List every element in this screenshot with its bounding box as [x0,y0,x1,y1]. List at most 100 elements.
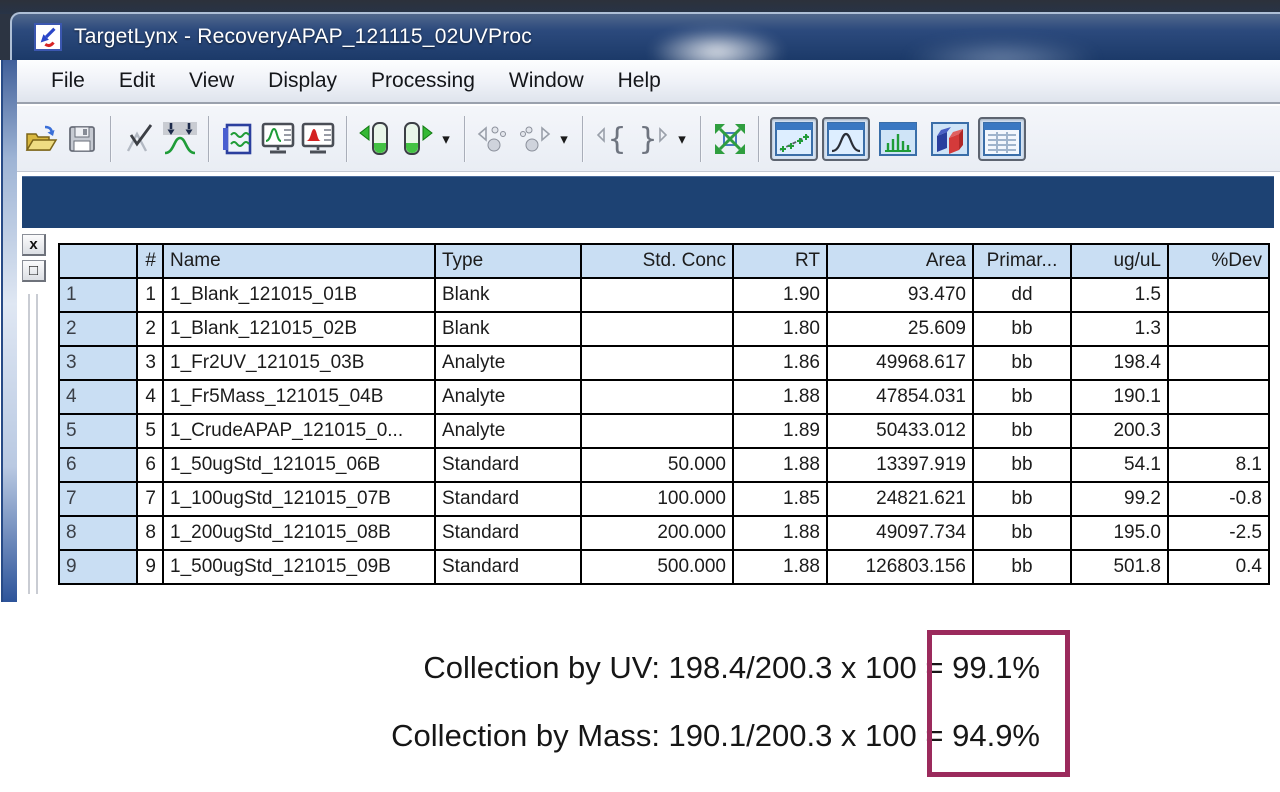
cell[interactable]: 126803.156 [827,550,973,584]
table-row[interactable]: 771_100ugStd_121015_07BStandard100.0001.… [59,482,1269,516]
cell[interactable]: 1.88 [733,448,827,482]
cell[interactable]: 1_100ugStd_121015_07B [163,482,435,516]
cell[interactable] [1168,312,1269,346]
cell[interactable]: 3 [137,346,163,380]
next-compound-button[interactable] [514,117,554,161]
cell[interactable]: 50433.012 [827,414,973,448]
cell[interactable]: Standard [435,550,581,584]
cell[interactable] [1168,414,1269,448]
cell[interactable]: bb [973,448,1071,482]
cell[interactable]: 1.80 [733,312,827,346]
calibration-view-button[interactable] [770,117,818,161]
table-row[interactable]: 441_Fr5Mass_121015_04BAnalyte1.8847854.0… [59,380,1269,414]
cell[interactable]: 1_Blank_121015_01B [163,278,435,312]
table-row[interactable]: 331_Fr2UV_121015_03BAnalyte1.8649968.617… [59,346,1269,380]
cell[interactable] [581,414,733,448]
cell[interactable]: 1.88 [733,380,827,414]
menu-item-view[interactable]: View [172,64,251,98]
cell[interactable]: 198.4 [1071,346,1168,380]
cell[interactable]: 47854.031 [827,380,973,414]
cell[interactable]: 25.609 [827,312,973,346]
grid-view-button[interactable] [978,117,1026,161]
cell[interactable]: 93.470 [827,278,973,312]
row-header-cell[interactable]: 2 [59,312,137,346]
row-header-cell[interactable]: 5 [59,414,137,448]
table-row[interactable]: 881_200ugStd_121015_08BStandard200.0001.… [59,516,1269,550]
cell[interactable] [581,380,733,414]
cell[interactable]: 200.3 [1071,414,1168,448]
cell[interactable]: 1.88 [733,550,827,584]
cell[interactable]: 8.1 [1168,448,1269,482]
cell[interactable]: 1_Blank_121015_02B [163,312,435,346]
verify-peaks-button[interactable] [120,117,160,161]
cell[interactable]: 1 [137,278,163,312]
cell[interactable]: -2.5 [1168,516,1269,550]
column-header[interactable]: RT [733,244,827,278]
menu-item-edit[interactable]: Edit [102,64,172,98]
cell[interactable]: bb [973,482,1071,516]
menu-item-window[interactable]: Window [492,64,601,98]
column-header[interactable]: Area [827,244,973,278]
cell[interactable] [581,278,733,312]
row-header-cell[interactable]: 1 [59,278,137,312]
menu-item-help[interactable]: Help [601,64,678,98]
cell[interactable]: 1.90 [733,278,827,312]
menu-item-file[interactable]: File [34,64,102,98]
menu-item-processing[interactable]: Processing [354,64,492,98]
cell[interactable]: 501.8 [1071,550,1168,584]
cell[interactable]: Analyte [435,414,581,448]
3d-results-view-button[interactable] [926,117,974,161]
cell[interactable] [1168,380,1269,414]
column-header[interactable]: Type [435,244,581,278]
cell[interactable]: 13397.919 [827,448,973,482]
cell[interactable]: 49968.617 [827,346,973,380]
previous-compound-button[interactable] [474,117,514,161]
column-header[interactable]: Primar... [973,244,1071,278]
integrate-peaks-button[interactable] [160,117,200,161]
cell[interactable]: 1.88 [733,516,827,550]
previous-group-button[interactable]: { [592,117,632,161]
column-header[interactable]: Std. Conc [581,244,733,278]
cell[interactable]: 50.000 [581,448,733,482]
column-header[interactable] [59,244,137,278]
cell[interactable]: 1.3 [1071,312,1168,346]
cell[interactable]: 4 [137,380,163,414]
cell[interactable]: 195.0 [1071,516,1168,550]
cell[interactable]: Blank [435,278,581,312]
column-header[interactable]: Name [163,244,435,278]
cell[interactable]: Standard [435,482,581,516]
cell[interactable]: 1.5 [1071,278,1168,312]
cell[interactable]: 6 [137,448,163,482]
table-row[interactable]: 221_Blank_121015_02BBlank1.8025.609bb1.3 [59,312,1269,346]
title-bar[interactable]: TargetLynx - RecoveryAPAP_121115_02UVPro… [10,12,1280,60]
cell[interactable] [581,312,733,346]
cell[interactable] [1168,346,1269,380]
review-report-button[interactable] [218,117,258,161]
cell[interactable]: 7 [137,482,163,516]
cell[interactable]: 5 [137,414,163,448]
display-alert-chromatogram-button[interactable] [298,117,338,161]
table-row[interactable]: 551_CrudeAPAP_121015_0...Analyte1.895043… [59,414,1269,448]
table-row[interactable]: 991_500ugStd_121015_09BStandard500.0001.… [59,550,1269,584]
cell[interactable] [581,346,733,380]
cell[interactable]: bb [973,516,1071,550]
cell[interactable]: 49097.734 [827,516,973,550]
open-button[interactable] [22,117,62,161]
spectrum-view-button[interactable] [874,117,922,161]
cell[interactable]: 8 [137,516,163,550]
cell[interactable]: -0.8 [1168,482,1269,516]
cell[interactable]: 24821.621 [827,482,973,516]
column-header[interactable]: # [137,244,163,278]
cell[interactable]: 190.1 [1071,380,1168,414]
cell[interactable]: dd [973,278,1071,312]
save-button[interactable] [62,117,102,161]
cell[interactable]: Blank [435,312,581,346]
cell[interactable]: Standard [435,448,581,482]
panel-splitter-handle[interactable] [28,294,38,594]
compound-dropdown-icon[interactable]: ▾ [554,117,574,161]
peak-view-button[interactable] [822,117,870,161]
panel-close-button[interactable]: x [22,234,46,256]
cell[interactable]: Standard [435,516,581,550]
cell[interactable]: 100.000 [581,482,733,516]
table-row[interactable]: 111_Blank_121015_01BBlank1.9093.470dd1.5 [59,278,1269,312]
